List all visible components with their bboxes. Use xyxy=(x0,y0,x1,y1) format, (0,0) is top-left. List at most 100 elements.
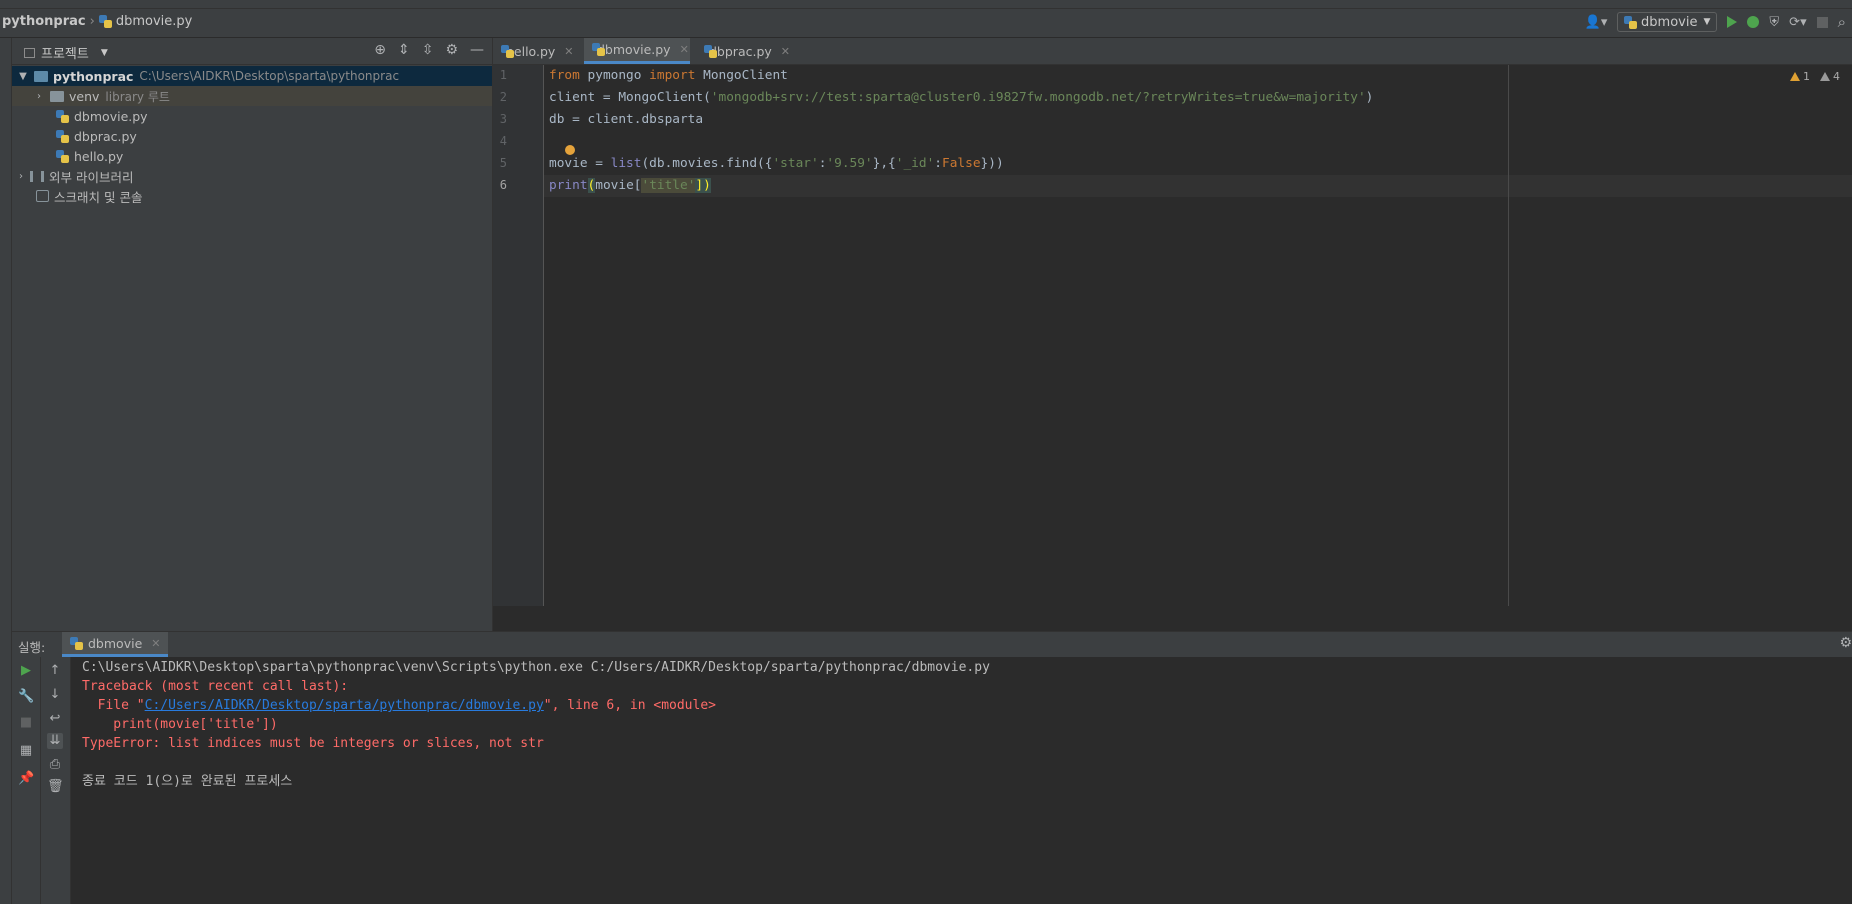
warning-count: 1 xyxy=(1790,70,1810,83)
right-margin-guide xyxy=(1508,65,1509,606)
console-text: ", line 6, in <module> xyxy=(543,698,716,713)
tab-hello-py[interactable]: hello.py ✕ xyxy=(493,38,579,64)
run-toolbar-secondary: ↑ ↓ ↩ ⇊ ⎙ 🗑 xyxy=(41,657,71,904)
inspection-widget[interactable]: 1 4 xyxy=(1790,70,1840,83)
code-line[interactable]: db = client.dbsparta xyxy=(549,109,703,131)
arrow-up-icon[interactable]: ↑ xyxy=(47,663,63,679)
builtin-function: list xyxy=(610,156,642,171)
run-toolbar-primary: ▶ 🔧 ■ ▦ 📌 xyxy=(12,657,41,904)
code-line[interactable]: from pymongo import MongoClient xyxy=(549,65,788,87)
chevron-right-icon[interactable]: › xyxy=(14,171,28,182)
tree-item-root-path: C:\Users\AIDKR\Desktop\sparta\pythonprac xyxy=(139,69,400,83)
code-text: },{ xyxy=(872,156,896,171)
debug-icon[interactable] xyxy=(1747,16,1760,28)
tree-item-file[interactable]: dbmovie.py xyxy=(12,106,492,126)
code-text: ) xyxy=(1365,90,1374,105)
stop-icon[interactable]: ■ xyxy=(18,715,34,731)
layout-icon[interactable]: ▦ xyxy=(18,743,34,759)
tree-item-venv-note: library 루트 xyxy=(105,89,170,104)
keyword: import xyxy=(649,68,696,83)
scroll-to-end-icon[interactable]: ⇊ xyxy=(47,733,63,749)
chevron-down-icon[interactable]: ▼ xyxy=(16,71,30,82)
console-exit-line: 종료 코드 1(으)로 완료된 프로세스 xyxy=(82,774,293,789)
soft-wrap-icon[interactable]: ↩ xyxy=(47,711,63,727)
left-tool-strip[interactable] xyxy=(0,38,12,904)
close-icon[interactable]: ✕ xyxy=(781,45,790,58)
code-editor[interactable]: 1 2 3 4 5 6 from pymongo import MongoCli… xyxy=(493,65,1852,606)
gear-icon[interactable]: ⚙ xyxy=(1839,635,1852,651)
close-icon[interactable]: ✕ xyxy=(680,43,689,56)
run-panel-label: 실행: xyxy=(18,640,46,655)
rerun-icon[interactable]: ▶ xyxy=(18,663,34,679)
console-file-link[interactable]: C:/Users/AIDKR/Desktop/sparta/pythonprac… xyxy=(145,698,544,713)
close-icon[interactable]: ✕ xyxy=(151,637,160,650)
tree-item-external-libraries[interactable]: › 외부 라이브러리 xyxy=(12,166,492,186)
breadcrumb-project[interactable]: pythonprac xyxy=(2,14,86,29)
collapse-all-icon[interactable]: ⇳ xyxy=(422,42,434,58)
close-icon[interactable]: ✕ xyxy=(564,45,573,58)
string-literal: 'title' xyxy=(641,178,696,193)
search-icon[interactable]: ⌕ xyxy=(1838,13,1846,31)
chevron-right-icon: › xyxy=(89,14,95,29)
breadcrumb-file[interactable]: dbmovie.py xyxy=(116,14,193,29)
string-literal: '_id' xyxy=(895,156,935,171)
line-gutter: 1 2 3 4 5 6 xyxy=(493,65,544,606)
arrow-down-icon[interactable]: ↓ xyxy=(47,687,63,703)
keyword: False xyxy=(942,156,981,171)
warning-icon xyxy=(1790,72,1800,81)
code-text: movie = xyxy=(549,156,611,171)
tree-item-file[interactable]: dbprac.py xyxy=(12,126,492,146)
run-config-select[interactable]: dbmovie ▼ xyxy=(1617,12,1718,32)
code-line[interactable]: print(movie['title']) xyxy=(549,175,711,197)
coverage-icon[interactable]: ⛨ xyxy=(1769,15,1779,30)
python-file-icon xyxy=(1624,15,1637,29)
run-console[interactable]: C:\Users\AIDKR\Desktop\sparta\pythonprac… xyxy=(71,657,1852,904)
code-text: MongoClient xyxy=(695,68,788,83)
builtin-function: print xyxy=(549,178,588,193)
tree-item-venv[interactable]: › venv library 루트 xyxy=(12,86,492,106)
profile-icon[interactable]: ⟳▾ xyxy=(1789,15,1806,30)
tab-dbprac-py[interactable]: dbprac.py ✕ xyxy=(696,38,796,64)
code-line[interactable]: client = MongoClient('mongodb+srv://test… xyxy=(549,87,1373,109)
print-icon[interactable]: ⎙ xyxy=(47,757,63,773)
console-error-line: TypeError: list indices must be integers… xyxy=(82,736,544,751)
navigation-bar: pythonprac › dbmovie.py 👤▾ dbmovie ▼ ⛨ ⟳… xyxy=(0,9,1852,38)
code-text: })) xyxy=(980,156,1004,171)
intention-bulb-icon[interactable] xyxy=(565,145,575,155)
stop-icon[interactable] xyxy=(1816,16,1828,28)
expand-all-icon[interactable]: ⇕ xyxy=(398,42,410,58)
locate-icon[interactable]: ⊕ xyxy=(374,42,386,58)
tree-item-file[interactable]: hello.py xyxy=(12,146,492,166)
gear-icon[interactable]: ⚙ xyxy=(445,42,458,58)
project-panel: 프로젝트 ▼ ⊕ ⇕ ⇳ ⚙ — ▼ pythonprac C:\Users\A… xyxy=(12,38,493,631)
tree-item-root[interactable]: ▼ pythonprac C:\Users\AIDKR\Desktop\spar… xyxy=(12,66,492,86)
tree-item-external-libraries-label: 외부 라이브러리 xyxy=(49,169,134,185)
tab-dbmovie-py[interactable]: dbmovie.py ✕ xyxy=(584,38,690,64)
line-number: 3 xyxy=(499,112,507,126)
wrench-icon[interactable]: 🔧 xyxy=(18,689,34,705)
python-file-icon xyxy=(98,15,112,28)
tab-label: dbmovie.py xyxy=(597,42,671,57)
line-number: 6 xyxy=(499,178,507,192)
trash-icon[interactable]: 🗑 xyxy=(47,779,64,795)
project-view-select[interactable]: 프로젝트 ▼ xyxy=(24,43,108,62)
tree-item-file-label: dbprac.py xyxy=(74,128,137,144)
code-line[interactable]: movie = list(db.movies.find({'star': '9.5… xyxy=(549,153,1004,175)
user-icon[interactable]: 👤▾ xyxy=(1585,15,1608,30)
tree-item-file-label: dbmovie.py xyxy=(74,108,148,124)
tab-run-dbmovie[interactable]: dbmovie ✕ xyxy=(62,632,169,657)
current-line-highlight xyxy=(544,175,1852,197)
run-panel-header: 실행: dbmovie ✕ ⚙ xyxy=(12,631,1852,658)
python-file-icon xyxy=(56,109,69,123)
chevron-right-icon[interactable]: › xyxy=(32,91,46,102)
weak-warning-count-value: 4 xyxy=(1833,70,1840,83)
run-icon[interactable] xyxy=(1727,16,1738,28)
minimize-icon[interactable]: — xyxy=(470,42,484,58)
editor-tabs: hello.py ✕ dbmovie.py ✕ dbprac.py ✕ xyxy=(493,38,1852,65)
console-text: File " xyxy=(82,698,145,713)
warning-count-value: 1 xyxy=(1803,70,1810,83)
python-file-icon xyxy=(56,149,69,163)
line-number: 5 xyxy=(499,156,507,170)
pin-icon[interactable]: 📌 xyxy=(18,771,34,787)
tree-item-scratches[interactable]: 스크래치 및 콘솔 xyxy=(12,186,492,206)
